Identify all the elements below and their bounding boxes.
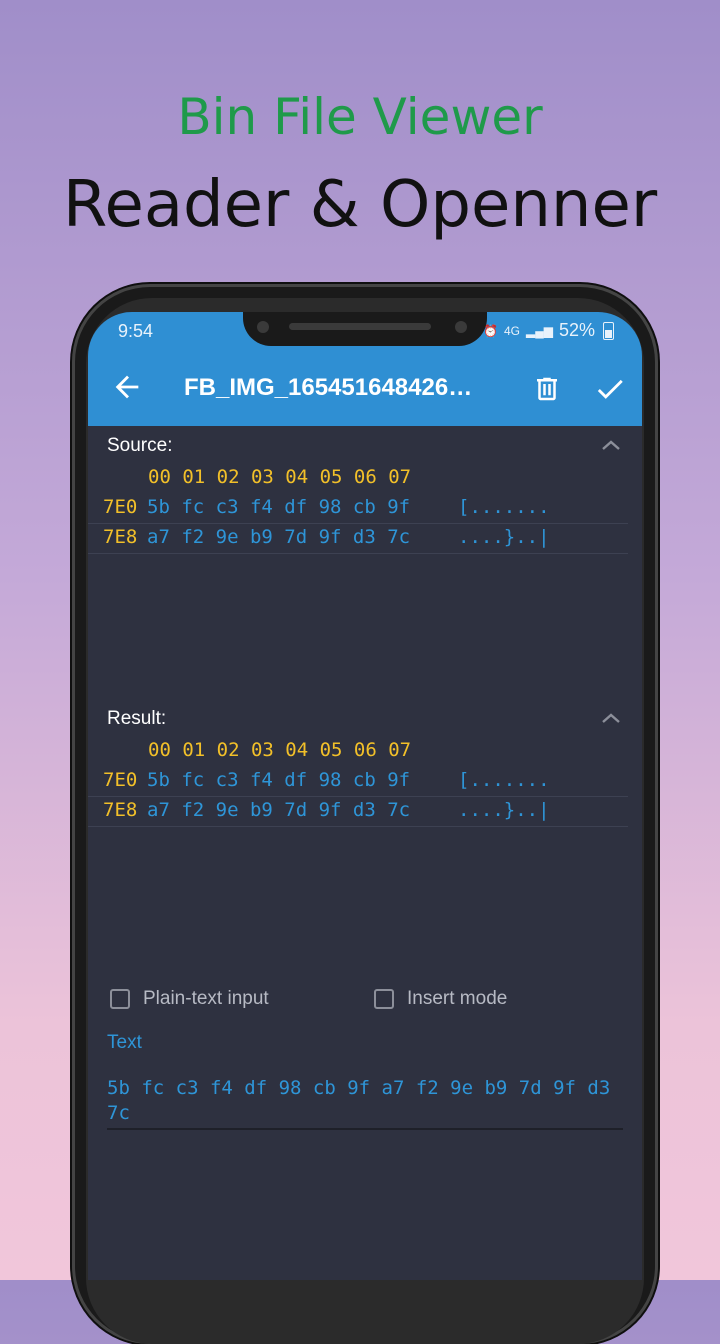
confirm-button[interactable] (592, 372, 628, 406)
camera-icon (257, 321, 269, 333)
insert-mode-checkbox[interactable] (374, 989, 394, 1009)
check-icon (597, 379, 623, 399)
promo-title: Bin File Viewer (177, 88, 543, 146)
chevron-up-icon[interactable] (600, 438, 622, 452)
plain-text-checkbox[interactable] (110, 989, 130, 1009)
phone-screen: 9:54 ⏰ 4G ▂▄▆ 52% FB_IMG_165451648426… S… (88, 312, 642, 1280)
result-hex-header: 00 01 02 03 04 05 06 07 (148, 739, 412, 761)
insert-mode-label: Insert mode (407, 988, 508, 1009)
speaker-grille (289, 323, 431, 330)
hex-bytes: a7 f2 9e b9 7d 9f d3 7c (147, 799, 411, 821)
result-hex-row[interactable]: 7E8 a7 f2 9e b9 7d 9f d3 7c ....}..| (88, 797, 628, 827)
text-input-underline (107, 1128, 623, 1130)
source-label: Source: (107, 435, 173, 456)
result-label: Result: (107, 708, 167, 729)
signal-icon: ▂▄▆ (526, 323, 553, 338)
hex-address: 7E0 (103, 769, 138, 791)
chevron-up-icon[interactable] (600, 711, 622, 725)
app-bar: FB_IMG_165451648426… (88, 352, 642, 426)
source-hex-row[interactable]: 7E0 5b fc c3 f4 df 98 cb 9f [....... (88, 494, 628, 524)
hex-ascii: [....... (458, 496, 550, 518)
plain-text-option[interactable]: Plain-text input (110, 988, 269, 1010)
insert-mode-option[interactable]: Insert mode (374, 988, 507, 1010)
hex-address: 7E8 (103, 526, 138, 548)
battery-percent: 52% (558, 320, 595, 340)
network-label: 4G (503, 323, 520, 338)
file-title: FB_IMG_165451648426… (184, 374, 473, 401)
back-button[interactable] (110, 370, 144, 404)
arrow-back-icon (115, 375, 139, 399)
text-input[interactable]: 5b fc c3 f4 df 98 cb 9f a7 f2 9e b9 7d 9… (107, 1076, 627, 1126)
hex-bytes: 5b fc c3 f4 df 98 cb 9f (147, 769, 411, 791)
hex-ascii: ....}..| (458, 526, 550, 548)
sensor-icon (455, 321, 467, 333)
source-hex-header: 00 01 02 03 04 05 06 07 (148, 466, 412, 488)
text-field-label: Text (107, 1032, 142, 1053)
hex-ascii: [....... (458, 769, 550, 791)
result-hex-row[interactable]: 7E0 5b fc c3 f4 df 98 cb 9f [....... (88, 767, 628, 797)
source-hex-row[interactable]: 7E8 a7 f2 9e b9 7d 9f d3 7c ....}..| (88, 524, 628, 554)
hex-bytes: 5b fc c3 f4 df 98 cb 9f (147, 496, 411, 518)
camera-notch (243, 312, 487, 346)
delete-button[interactable] (532, 372, 562, 406)
trash-icon (537, 377, 557, 401)
hex-address: 7E0 (103, 496, 138, 518)
status-icons: ⏰ 4G ▂▄▆ 52% (483, 320, 614, 341)
hex-ascii: ....}..| (458, 799, 550, 821)
hex-address: 7E8 (103, 799, 138, 821)
plain-text-label: Plain-text input (143, 988, 269, 1009)
battery-icon (603, 321, 614, 340)
hex-bytes: a7 f2 9e b9 7d 9f d3 7c (147, 526, 411, 548)
status-time: 9:54 (118, 321, 154, 341)
promo-subtitle: Reader & Openner (62, 168, 658, 242)
